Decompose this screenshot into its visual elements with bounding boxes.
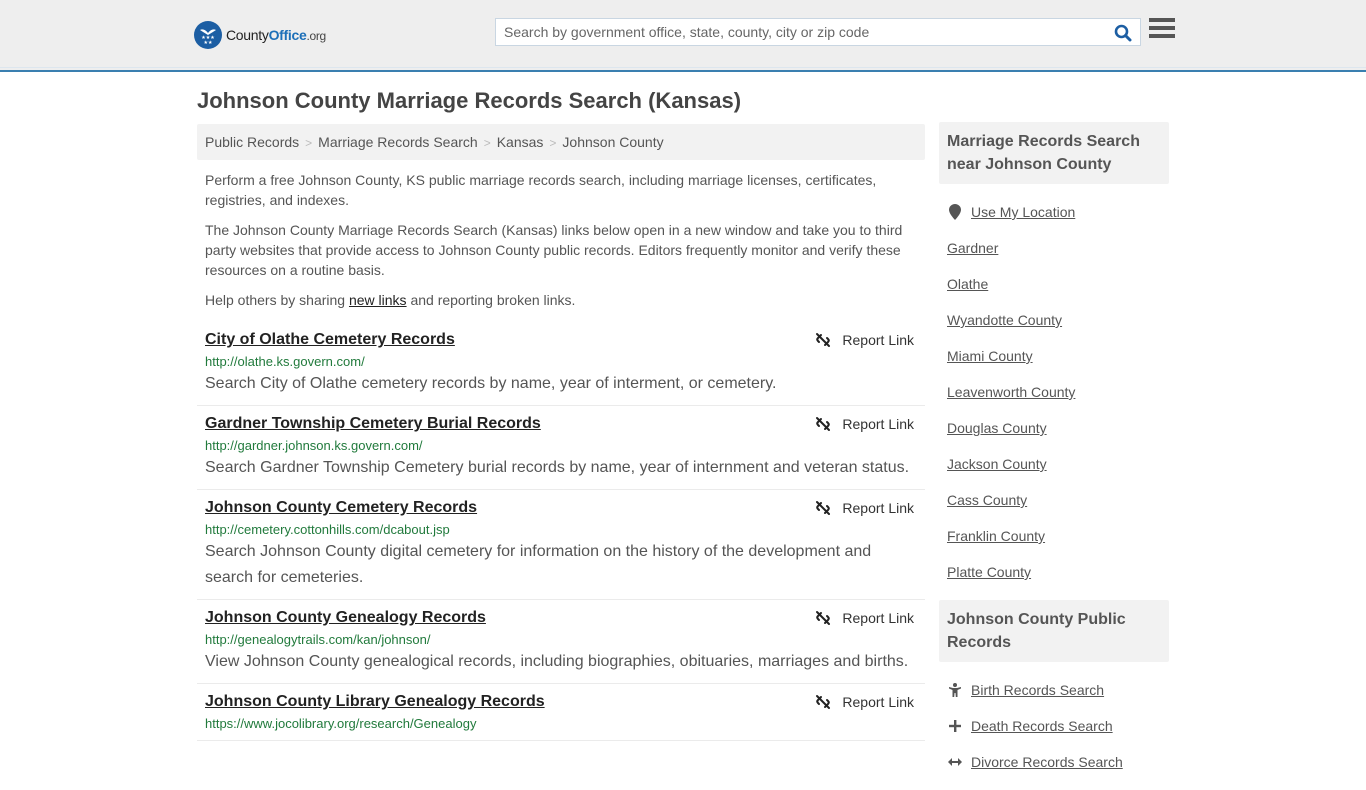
report-link-button[interactable]: Report Link	[815, 500, 914, 516]
nearby-link-cass-county[interactable]: Cass County	[947, 492, 1027, 508]
nearby-item: Gardner	[947, 230, 1161, 266]
use-my-location-link[interactable]: Use My Location	[971, 204, 1075, 220]
report-link-label: Report Link	[842, 694, 914, 710]
listings: City of Olathe Cemetery Records http://o…	[197, 322, 925, 741]
arrows-horizontal-icon	[947, 757, 963, 767]
nearby-link-leavenworth-county[interactable]: Leavenworth County	[947, 384, 1075, 400]
listing-item: Johnson County Genealogy Records http://…	[197, 600, 925, 684]
nearby-link-miami-county[interactable]: Miami County	[947, 348, 1033, 364]
nearby-link-olathe[interactable]: Olathe	[947, 276, 988, 292]
site-logo[interactable]: ★★★ ★★ CountyOffice.org	[194, 21, 326, 49]
logo-wordmark: CountyOffice.org	[226, 27, 326, 43]
report-link-button[interactable]: Report Link	[815, 610, 914, 626]
hamburger-menu-icon[interactable]	[1149, 18, 1175, 42]
listing-title-link[interactable]: Johnson County Genealogy Records	[205, 608, 486, 628]
listing-title-link[interactable]: Johnson County Library Genealogy Records	[205, 692, 545, 712]
broken-link-icon	[816, 333, 831, 347]
listing-url: http://olathe.ks.govern.com/	[205, 354, 365, 369]
nearby-item: Jackson County	[947, 446, 1161, 482]
nearby-link-wyandotte-county[interactable]: Wyandotte County	[947, 312, 1062, 328]
sidebar: Marriage Records Search near Johnson Cou…	[939, 122, 1169, 790]
nearby-list: Use My Location Gardner Olathe Wyandotte…	[939, 184, 1169, 600]
birth-records-search-link[interactable]: Birth Records Search	[971, 682, 1104, 698]
intro-text: Perform a free Johnson County, KS public…	[205, 170, 917, 320]
broken-link-icon	[816, 501, 831, 515]
page-title: Johnson County Marriage Records Search (…	[197, 88, 742, 113]
nearby-item: Wyandotte County	[947, 302, 1161, 338]
report-link-button[interactable]: Report Link	[815, 332, 914, 348]
breadcrumb: Public Records > Marriage Records Search > K…	[197, 124, 925, 160]
public-records-item: Death Records Search	[947, 708, 1161, 744]
listing-url: https://www.jocolibrary.org/research/Gen…	[205, 716, 477, 731]
search-button[interactable]	[1112, 22, 1134, 44]
nearby-item: Olathe	[947, 266, 1161, 302]
site-header: ★★★ ★★ CountyOffice.org	[0, 0, 1366, 72]
report-link-button[interactable]: Report Link	[815, 694, 914, 710]
listing-title-link[interactable]: Gardner Township Cemetery Burial Records	[205, 414, 541, 434]
intro-paragraph: Help others by sharing new links and rep…	[205, 292, 576, 308]
nearby-link-franklin-county[interactable]: Franklin County	[947, 528, 1045, 544]
nearby-link-gardner[interactable]: Gardner	[947, 240, 998, 256]
public-records-item: Divorce Records Search	[947, 744, 1161, 780]
map-pin-icon	[947, 204, 963, 220]
use-my-location-item: Use My Location	[947, 194, 1161, 230]
listing-item: City of Olathe Cemetery Records http://o…	[197, 322, 925, 406]
broken-link-icon	[816, 695, 831, 709]
report-link-label: Report Link	[842, 500, 914, 516]
listing-item: Johnson County Library Genealogy Records…	[197, 684, 925, 741]
listing-item: Gardner Township Cemetery Burial Records…	[197, 406, 925, 490]
listing-url: http://gardner.johnson.ks.govern.com/	[205, 438, 423, 453]
search-icon	[1114, 24, 1132, 42]
nearby-item: Miami County	[947, 338, 1161, 374]
nearby-link-platte-county[interactable]: Platte County	[947, 564, 1031, 580]
child-icon	[947, 683, 963, 697]
breadcrumb-marriage-records-search[interactable]: Marriage Records Search	[318, 134, 478, 150]
report-link-button[interactable]: Report Link	[815, 416, 914, 432]
eagle-stars-badge-icon: ★★★ ★★	[194, 21, 222, 49]
listing-description: Search City of Olathe cemetery records b…	[205, 375, 777, 392]
public-records-heading: Johnson County Public Records	[939, 600, 1169, 662]
report-link-label: Report Link	[842, 610, 914, 626]
new-links-link[interactable]: new links	[349, 292, 407, 308]
broken-link-icon	[816, 417, 831, 431]
breadcrumb-johnson-county[interactable]: Johnson County	[562, 134, 663, 150]
breadcrumb-public-records[interactable]: Public Records	[205, 134, 299, 150]
report-link-label: Report Link	[842, 416, 914, 432]
cross-icon	[947, 720, 963, 732]
nearby-heading: Marriage Records Search near Johnson Cou…	[939, 122, 1169, 184]
listing-url: http://cemetery.cottonhills.com/dcabout.…	[205, 522, 450, 537]
svg-text:★★: ★★	[204, 40, 213, 46]
death-records-search-link[interactable]: Death Records Search	[971, 718, 1113, 734]
nearby-item: Platte County	[947, 554, 1161, 590]
listing-description: Search Johnson County digital cemetery f…	[205, 543, 872, 586]
report-link-label: Report Link	[842, 332, 914, 348]
nearby-link-douglas-county[interactable]: Douglas County	[947, 420, 1047, 436]
intro-paragraph: Perform a free Johnson County, KS public…	[205, 172, 877, 208]
listing-item: Johnson County Cemetery Records http://c…	[197, 490, 925, 600]
search-box	[495, 18, 1141, 46]
broken-link-icon	[816, 611, 831, 625]
listing-title-link[interactable]: City of Olathe Cemetery Records	[205, 330, 455, 350]
intro-paragraph: The Johnson County Marriage Records Sear…	[205, 222, 903, 278]
breadcrumb-separator: >	[483, 136, 491, 150]
nearby-item: Franklin County	[947, 518, 1161, 554]
public-records-list: Birth Records Search Death Records Searc…	[939, 662, 1169, 790]
nearby-item: Cass County	[947, 482, 1161, 518]
nearby-item: Douglas County	[947, 410, 1161, 446]
public-records-item: Birth Records Search	[947, 672, 1161, 708]
listing-description: View Johnson County genealogical records…	[205, 653, 909, 670]
nearby-item: Leavenworth County	[947, 374, 1161, 410]
listing-description: Search Gardner Township Cemetery burial …	[205, 459, 910, 476]
listing-title-link[interactable]: Johnson County Cemetery Records	[205, 498, 477, 518]
breadcrumb-separator: >	[305, 136, 313, 150]
breadcrumb-kansas[interactable]: Kansas	[497, 134, 544, 150]
search-input[interactable]	[496, 19, 1096, 45]
breadcrumb-separator: >	[549, 136, 557, 150]
listing-url: http://genealogytrails.com/kan/johnson/	[205, 632, 431, 647]
nearby-link-jackson-county[interactable]: Jackson County	[947, 456, 1047, 472]
